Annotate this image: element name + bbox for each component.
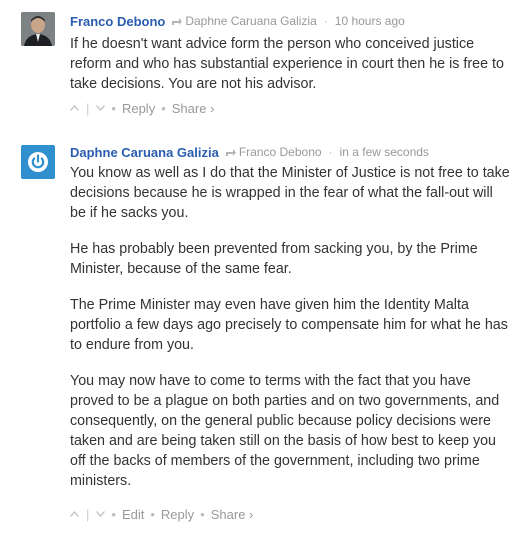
power-logo-icon	[28, 152, 48, 172]
downvote-icon[interactable]	[96, 511, 106, 517]
comment-body: You know as well as I do that the Minist…	[70, 163, 510, 507]
action-dot: •	[200, 506, 205, 522]
reply-to-name[interactable]: Franco Debono	[239, 145, 322, 159]
action-dot: •	[161, 100, 166, 116]
reply-arrow-icon	[225, 148, 236, 157]
avatar[interactable]	[21, 12, 55, 46]
share-link[interactable]: Share ›	[172, 101, 215, 116]
comment-paragraph: You know as well as I do that the Minist…	[70, 165, 510, 221]
edit-link[interactable]: Edit	[122, 507, 144, 522]
reply-arrow-icon	[171, 17, 183, 26]
reply-to-name[interactable]: Daphne Caruana Galizia	[185, 14, 316, 28]
comment-actions: | • Edit • Reply • Share ›	[70, 506, 253, 522]
action-dot: •	[111, 100, 116, 116]
vote-separator: |	[86, 100, 90, 116]
comment-body: If he doesn't want advice form the perso…	[70, 34, 510, 110]
reply-link[interactable]: Reply	[122, 101, 155, 116]
share-link[interactable]: Share ›	[211, 507, 254, 522]
comment-paragraph: The Prime Minister may even have given h…	[70, 297, 508, 353]
reply-link[interactable]: Reply	[161, 507, 194, 522]
downvote-icon[interactable]	[96, 105, 106, 111]
action-dot: •	[111, 506, 116, 522]
timestamp[interactable]: in a few seconds	[340, 145, 429, 159]
action-dot: •	[150, 506, 155, 522]
comment-paragraph: You may now have to come to terms with t…	[70, 373, 500, 489]
meta-separator: ·	[328, 145, 333, 159]
author-name[interactable]: Daphne Caruana Galizia	[70, 145, 219, 160]
avatar[interactable]	[21, 145, 55, 179]
comment-meta: Daphne Caruana Galizia Franco Debono · i…	[70, 144, 429, 160]
comment-actions: | • Reply • Share ›	[70, 100, 214, 116]
vote-separator: |	[86, 506, 90, 522]
comment-meta: Franco Debono Daphne Caruana Galizia · 1…	[70, 13, 405, 29]
upvote-icon[interactable]	[70, 511, 79, 517]
author-name[interactable]: Franco Debono	[70, 14, 165, 29]
timestamp[interactable]: 10 hours ago	[335, 14, 405, 28]
user-photo-icon	[21, 12, 55, 46]
comment-paragraph: He has probably been prevented from sack…	[70, 241, 478, 277]
meta-separator: ·	[323, 14, 328, 28]
upvote-icon[interactable]	[70, 105, 79, 111]
comment-paragraph: If he doesn't want advice form the perso…	[70, 36, 504, 92]
